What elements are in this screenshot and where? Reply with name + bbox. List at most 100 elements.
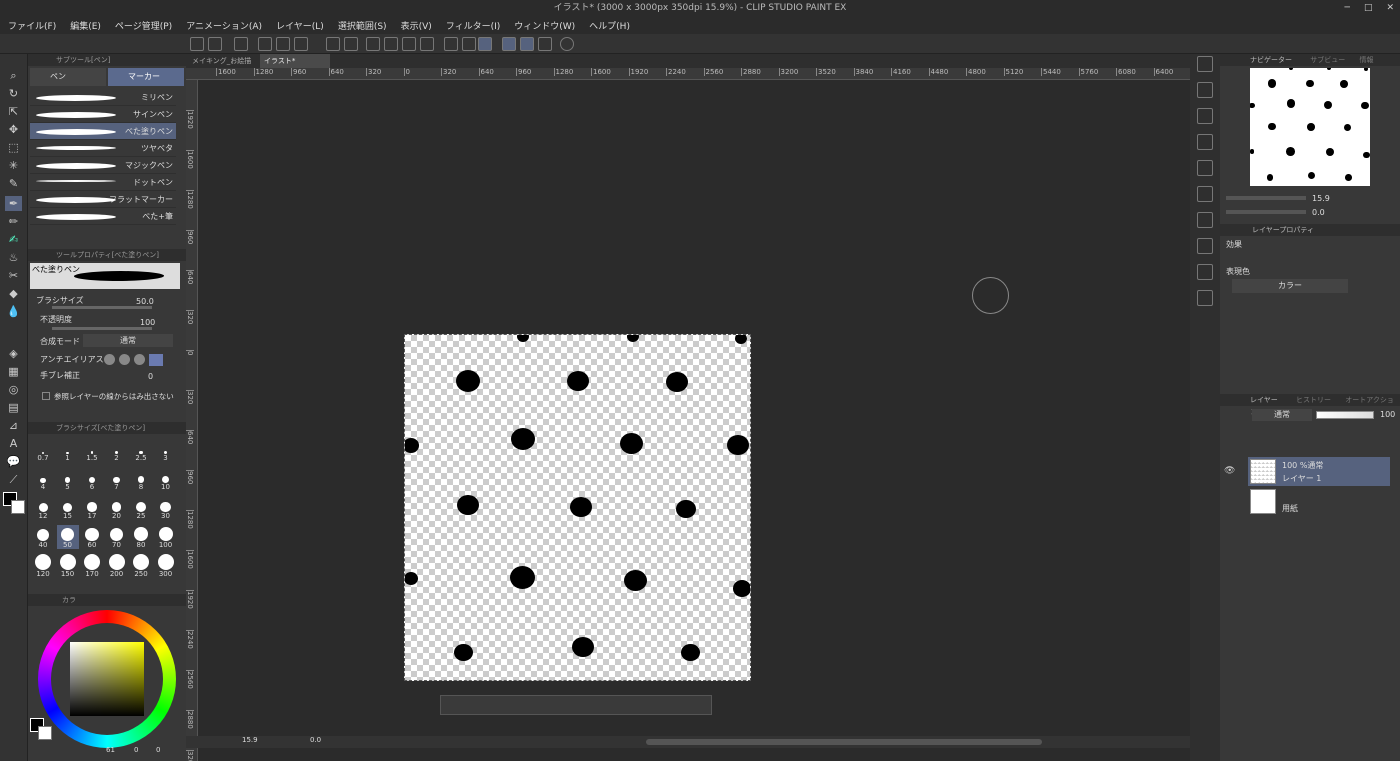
doc-tab-illust[interactable]: イラスト* <box>260 54 330 68</box>
new-file-icon[interactable] <box>258 37 272 51</box>
sub-color-swatch[interactable] <box>11 500 25 514</box>
brush-size-cell[interactable]: 150 <box>57 554 79 578</box>
brush-size-cell[interactable]: 0.7 <box>32 438 54 462</box>
menu-page[interactable]: ページ管理(P) <box>115 19 172 32</box>
move-icon[interactable]: ✥ <box>5 122 22 137</box>
show-selection-icon[interactable] <box>478 37 492 51</box>
fill-icon[interactable] <box>402 37 416 51</box>
panel-icon[interactable] <box>1197 290 1213 306</box>
maximize-icon[interactable]: □ <box>1364 0 1373 17</box>
navigator-tab[interactable]: ナビゲーター <box>1250 56 1292 64</box>
layer-opacity-value[interactable]: 100 <box>1380 410 1395 419</box>
brush-size-cell[interactable]: 2 <box>106 438 128 462</box>
brush-item[interactable]: サインペン <box>30 106 176 123</box>
brush-size-cell[interactable]: 70 <box>106 525 128 549</box>
balloon-icon[interactable]: 💬 <box>5 454 22 469</box>
brush-size-cell[interactable]: 1.5 <box>81 438 103 462</box>
brush-size-cell[interactable]: 20 <box>106 496 128 520</box>
color-square[interactable] <box>70 642 144 716</box>
brush-item[interactable]: ツヤベタ <box>30 140 176 157</box>
brush-size-cell[interactable]: 100 <box>155 525 177 549</box>
panel-icon[interactable] <box>1197 160 1213 176</box>
layer-blend-select[interactable]: 通常 <box>1252 409 1312 421</box>
canvas-area[interactable]: メイキング_お絵描 イラスト* 1600 1280 960 640 320 0 320 640… <box>186 54 1190 761</box>
brush-size-slider[interactable] <box>52 306 152 309</box>
doc-tab-making[interactable]: メイキング_お絵描 <box>188 54 258 68</box>
deselect-icon[interactable] <box>444 37 458 51</box>
menu-selection[interactable]: 選択範囲(S) <box>338 19 387 32</box>
brush-item[interactable]: マジックペン <box>30 157 176 174</box>
eraser-icon[interactable]: ◆ <box>5 286 22 301</box>
blend-mode-select[interactable]: 通常 <box>83 334 173 347</box>
brush-size-cell[interactable]: 17 <box>81 496 103 520</box>
menu-filter[interactable]: フィルター(I) <box>446 19 501 32</box>
redo-icon[interactable] <box>344 37 358 51</box>
menu-view[interactable]: 表示(V) <box>401 19 432 32</box>
opacity-value[interactable]: 100 <box>140 318 155 327</box>
expression-color-select[interactable]: カラー <box>1232 279 1348 293</box>
brush-item[interactable]: ドットペン <box>30 174 176 191</box>
brush-icon[interactable]: ✍ <box>5 232 22 247</box>
snap-ruler-icon[interactable] <box>502 37 516 51</box>
zoom-icon[interactable]: ⌕ <box>5 68 22 83</box>
history-tab[interactable]: ヒストリー <box>1296 396 1331 404</box>
brush-size-cell[interactable]: 250 <box>130 554 152 578</box>
brush-size-cell[interactable]: 3 <box>155 438 177 462</box>
layer-opacity-slider[interactable] <box>1316 411 1374 419</box>
brush-size-cell[interactable]: 200 <box>106 554 128 578</box>
open-icon[interactable] <box>276 37 290 51</box>
stabilization-value[interactable]: 0 <box>148 372 153 381</box>
menu-help[interactable]: ヘルプ(H) <box>589 19 630 32</box>
brush-size-cell[interactable]: 80 <box>130 525 152 549</box>
save-icon[interactable] <box>294 37 308 51</box>
brush-size-cell[interactable]: 25 <box>130 496 152 520</box>
eyedropper-icon[interactable]: ✎ <box>5 176 22 191</box>
subtool-tab-marker[interactable]: マーカー <box>108 68 184 86</box>
brush-size-cell[interactable]: 50 <box>56 525 79 549</box>
airbrush-icon[interactable]: ♨ <box>5 250 22 265</box>
brush-size-cell[interactable]: 10 <box>155 467 177 491</box>
brush-size-cell[interactable]: 7 <box>106 467 128 491</box>
nav-rotate-slider[interactable] <box>1226 210 1306 214</box>
color-tab[interactable]: カラ <box>28 594 186 606</box>
menu-file[interactable]: ファイル(F) <box>8 19 56 32</box>
menu-window[interactable]: ウィンドウ(W) <box>514 19 575 32</box>
brush-size-cell[interactable]: 30 <box>155 496 177 520</box>
layer-tab[interactable]: レイヤー <box>1250 396 1278 404</box>
hand-icon[interactable]: ↻ <box>5 86 22 101</box>
zoom-value[interactable]: 15.9 <box>242 736 258 744</box>
visibility-eye-icon[interactable]: 👁 <box>1224 466 1235 476</box>
brush-size-cell[interactable]: 40 <box>32 525 54 549</box>
pen-tool-icon[interactable]: ✒ <box>5 196 22 211</box>
panel-icon[interactable] <box>1197 264 1213 280</box>
text-icon[interactable]: A <box>5 436 22 451</box>
panel-icon[interactable] <box>1197 186 1213 202</box>
brush-size-value[interactable]: 50.0 <box>136 297 154 306</box>
panel-icon[interactable] <box>1197 134 1213 150</box>
opacity-slider[interactable] <box>52 327 152 330</box>
horizontal-scrollbar[interactable] <box>646 739 1042 745</box>
search-icon[interactable] <box>1197 56 1213 72</box>
new-canvas-icon[interactable] <box>208 37 222 51</box>
brush-item-selected[interactable]: べた塗りペン <box>30 123 176 140</box>
brush-size-cell[interactable]: 1 <box>57 438 79 462</box>
brush-size-cell[interactable]: 8 <box>130 467 152 491</box>
panel-icon[interactable] <box>1197 108 1213 124</box>
brush-item[interactable]: べた+筆 <box>30 208 176 225</box>
brush-size-cell[interactable]: 300 <box>155 554 177 578</box>
invert-selection-icon[interactable] <box>462 37 476 51</box>
selection-icon[interactable]: ⬚ <box>5 140 22 155</box>
brush-item[interactable]: ミリペン <box>30 89 176 106</box>
document-canvas[interactable] <box>404 334 751 681</box>
nav-rotate[interactable]: 0.0 <box>1312 208 1325 217</box>
antialias-options[interactable] <box>104 354 166 366</box>
clear-outside-icon[interactable] <box>384 37 398 51</box>
fill-tool-icon[interactable]: ◈ <box>5 346 22 361</box>
brush-size-cell[interactable]: 4 <box>32 467 54 491</box>
snap-special-ruler-icon[interactable] <box>520 37 534 51</box>
gradient-icon[interactable]: ▦ <box>5 364 22 379</box>
navigator-preview[interactable] <box>1250 68 1370 186</box>
brush-size-cell[interactable]: 2.5 <box>130 438 152 462</box>
info-tab[interactable]: 情報 <box>1359 56 1373 64</box>
ref-layer-checkbox[interactable] <box>42 392 50 400</box>
